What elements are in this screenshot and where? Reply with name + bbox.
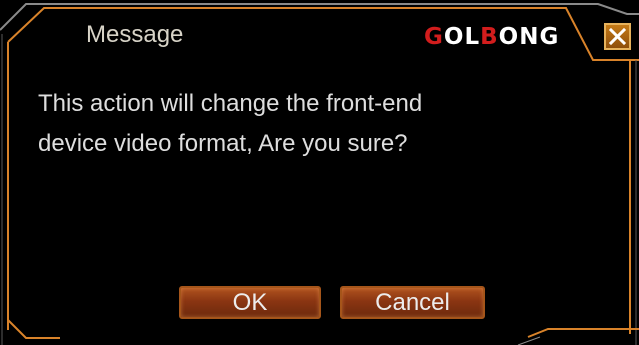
brand-logo: GOLBONG: [424, 20, 559, 54]
brand-logo-part: OL: [443, 24, 481, 50]
close-icon: [608, 27, 627, 46]
dialog-title: Message: [86, 21, 184, 48]
message-line: This action will change the front-end: [38, 90, 423, 117]
brand-logo-part: B: [480, 24, 499, 50]
cancel-button[interactable]: Cancel: [340, 286, 485, 319]
brand-logo-part: ONG: [498, 24, 560, 50]
ok-button[interactable]: OK: [179, 286, 321, 319]
close-button[interactable]: [604, 23, 631, 50]
brand-logo-part: G: [424, 24, 444, 50]
dialog-message: This action will change the front-end de…: [38, 84, 598, 164]
message-line: device video format, Are you sure?: [38, 130, 408, 157]
message-dialog: Message GOLBONG This action will change …: [0, 0, 639, 345]
